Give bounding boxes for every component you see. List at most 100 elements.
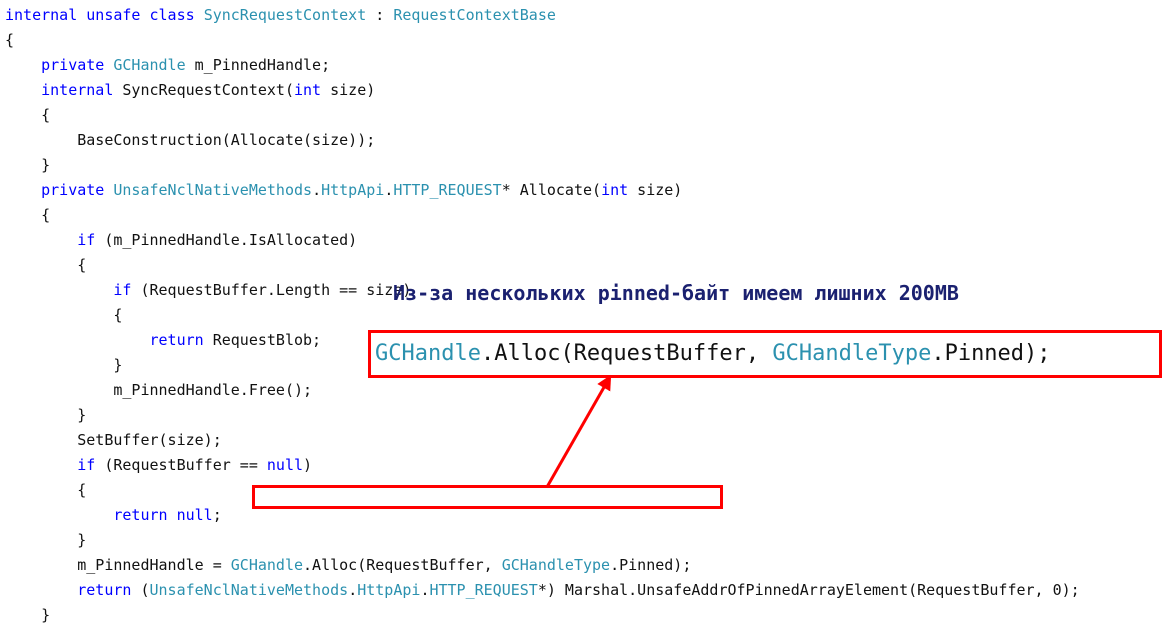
code-token: . xyxy=(312,181,322,199)
code-token: if xyxy=(77,456,96,474)
code-token: } xyxy=(5,531,87,549)
code-line: if (m_PinnedHandle.IsAllocated) xyxy=(5,228,1168,253)
code-token: private xyxy=(41,56,114,74)
code-line: BaseConstruction(Allocate(size)); xyxy=(5,128,1168,153)
code-line: { xyxy=(5,103,1168,128)
zoom-callout-code-text: GCHandle.Alloc(RequestBuffer, GCHandleTy… xyxy=(371,343,1051,365)
code-token: if xyxy=(77,231,96,249)
code-token: HTTP_REQUEST xyxy=(429,581,538,599)
code-token: RequestBlob; xyxy=(203,331,322,349)
code-line: { xyxy=(5,28,1168,53)
code-token: .Pinned); xyxy=(610,556,692,574)
code-token: } xyxy=(5,406,87,424)
code-token: } xyxy=(5,606,51,624)
code-token: (RequestBuffer == xyxy=(95,456,267,474)
code-token: .Alloc(RequestBuffer, xyxy=(303,556,502,574)
code-token: return xyxy=(149,331,204,349)
code-line: } xyxy=(5,403,1168,428)
code-line: if (RequestBuffer == null) xyxy=(5,453,1168,478)
code-line: { xyxy=(5,478,1168,503)
code-line: } xyxy=(5,153,1168,178)
code-token: UnsafeNclNativeMethods xyxy=(113,181,313,199)
code-token: ; xyxy=(212,506,222,524)
code-token: m_PinnedHandle = xyxy=(5,556,231,574)
code-token: { xyxy=(5,481,87,499)
code-token: HttpApi xyxy=(357,581,421,599)
code-token: (m_PinnedHandle.IsAllocated) xyxy=(95,231,358,249)
code-token: RequestContextBase xyxy=(393,6,556,24)
code-token: null xyxy=(266,456,304,474)
code-token: m_PinnedHandle; xyxy=(185,56,331,74)
code-token: .Alloc(RequestBuffer, xyxy=(480,341,773,366)
code-token: BaseConstruction(Allocate(size)); xyxy=(5,131,376,149)
code-token: SyncRequestContext( xyxy=(122,81,294,99)
code-line: } xyxy=(5,528,1168,553)
code-line: { xyxy=(5,203,1168,228)
code-token: . xyxy=(384,181,394,199)
code-token: GCHandle xyxy=(230,556,304,574)
code-token: { xyxy=(5,106,51,124)
code-token: } xyxy=(5,156,51,174)
code-token: ) xyxy=(303,456,313,474)
code-token: null xyxy=(176,506,213,524)
code-token: { xyxy=(5,31,15,49)
code-token: UnsafeNclNativeMethods xyxy=(149,581,349,599)
code-token: : xyxy=(366,6,394,24)
code-token: private xyxy=(41,181,114,199)
code-token: HttpApi xyxy=(321,181,385,199)
code-line: return (UnsafeNclNativeMethods.HttpApi.H… xyxy=(5,578,1168,603)
code-token: size) xyxy=(321,81,376,99)
code-token: int xyxy=(294,81,322,99)
code-token: return xyxy=(77,581,132,599)
annotation-note-text: Из-за нескольких pinned-байт имеем лишни… xyxy=(393,281,959,305)
code-listing: internal unsafe class SyncRequestContext… xyxy=(0,0,1168,628)
code-token: int xyxy=(601,181,629,199)
code-token: if xyxy=(113,281,132,299)
code-line: SetBuffer(size); xyxy=(5,428,1168,453)
code-token: . xyxy=(420,581,430,599)
code-token: { xyxy=(5,206,51,224)
code-line: m_PinnedHandle = GCHandle.Alloc(RequestB… xyxy=(5,553,1168,578)
code-token: SyncRequestContext xyxy=(203,6,367,24)
code-line: return null; xyxy=(5,503,1168,528)
code-token: return xyxy=(113,506,168,524)
code-token: (RequestBuffer.Length == size) xyxy=(131,281,412,299)
code-line: internal SyncRequestContext(int size) xyxy=(5,78,1168,103)
code-token: size) xyxy=(628,181,683,199)
code-line: private GCHandle m_PinnedHandle; xyxy=(5,53,1168,78)
code-token: HTTP_REQUEST xyxy=(393,181,502,199)
code-line: { xyxy=(5,253,1168,278)
code-line: { xyxy=(5,303,1168,328)
code-token: { xyxy=(5,306,123,324)
code-line: private UnsafeNclNativeMethods.HttpApi.H… xyxy=(5,178,1168,203)
code-line: } xyxy=(5,603,1168,628)
code-token: internal xyxy=(41,81,123,99)
code-token: } xyxy=(5,356,123,374)
code-token: internal unsafe class xyxy=(5,6,204,24)
code-token: SetBuffer(size); xyxy=(5,431,222,449)
code-token: GCHandle xyxy=(113,56,186,74)
code-token: .Pinned); xyxy=(931,341,1051,366)
code-token: . xyxy=(348,581,358,599)
code-token: * Allocate( xyxy=(501,181,602,199)
code-token: { xyxy=(5,256,87,274)
code-token: m_PinnedHandle.Free(); xyxy=(5,381,313,399)
code-token: GCHandleType xyxy=(501,556,611,574)
code-token: GCHandle xyxy=(375,341,481,366)
zoom-callout-box: GCHandle.Alloc(RequestBuffer, GCHandleTy… xyxy=(368,330,1162,378)
code-token: GCHandleType xyxy=(772,341,932,366)
code-token: ( xyxy=(131,581,150,599)
code-token: *) Marshal.UnsafeAddrOfPinnedArrayElemen… xyxy=(537,581,1080,599)
code-line: m_PinnedHandle.Free(); xyxy=(5,378,1168,403)
code-line: internal unsafe class SyncRequestContext… xyxy=(5,3,1168,28)
